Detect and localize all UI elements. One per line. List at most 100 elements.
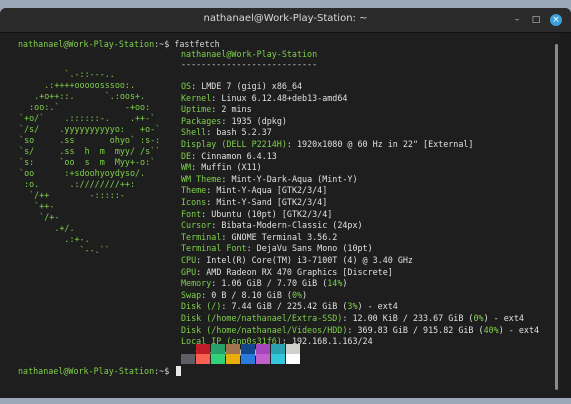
info-key: Theme: [181, 185, 207, 196]
info-value: Bibata-Modern-Classic (24px): [221, 220, 363, 231]
info-key: Terminal: [181, 231, 222, 242]
color-swatch: [181, 354, 195, 364]
info-percent: 0%: [473, 313, 484, 323]
info-separator: :: [286, 139, 297, 149]
ascii-logo-line: :oo:.` -+oo:: [14, 102, 151, 112]
info-row: Terminal: GNOME Terminal 3.56.2: [181, 232, 337, 242]
info-percent: 40%: [483, 324, 499, 335]
info-key: OS: [181, 81, 192, 91]
ascii-logo-line: `/++ -:::::-: [14, 190, 125, 200]
prompt-suffix: :~$: [154, 39, 175, 49]
info-tail: ) - ext4: [498, 324, 540, 335]
info-row: Terminal Font: DejaVu Sans Mono (10pt): [181, 243, 373, 253]
close-button[interactable]: ×: [550, 14, 562, 26]
info-separator: :: [206, 127, 217, 138]
ascii-logo-line: `so .ss ohyo` :s-:: [14, 135, 161, 145]
info-value: Mint-Y-Sand [GTK2/3/4]: [216, 197, 328, 207]
color-swatch: [211, 344, 225, 354]
info-tail: ): [302, 289, 308, 300]
info-value: Intel(R) Core(TM) i3-7100T (4) @ 3.40 GH…: [206, 255, 413, 265]
info-key: WM Theme: [181, 173, 222, 184]
terminal-window: nathanael@Work-Play-Station: ~ – □ × nat…: [0, 8, 571, 398]
color-swatch: [241, 354, 255, 364]
minimize-button[interactable]: –: [511, 14, 523, 26]
prompt-user: nathanael@Work-Play-Station: [18, 39, 155, 49]
info-key: Shell: [181, 127, 207, 138]
maximize-button[interactable]: □: [530, 14, 542, 26]
info-separator: :: [196, 266, 207, 277]
prompt-line: nathanael@Work-Play-Station:~$ fastfetch: [18, 39, 220, 49]
info-row: Theme: Mint-Y-Aqua [GTK2/3/4]: [181, 185, 327, 195]
info-percent: 14%: [327, 278, 343, 289]
info-key: Display (DELL P2214H): [181, 139, 287, 149]
color-swatch: [256, 344, 270, 354]
info-value: Cinnamon 6.4.13: [201, 150, 277, 161]
window-title: nathanael@Work-Play-Station: ~: [203, 13, 368, 24]
info-value: AMD Radeon RX 470 Graphics [Discrete]: [206, 266, 393, 277]
scrollbar-track[interactable]: [560, 33, 571, 398]
info-key: Terminal Font: [181, 243, 247, 254]
info-value: 2 mins: [221, 104, 252, 115]
ascii-logo-line: `/+-: [14, 212, 60, 222]
info-value: bash 5.2.37: [216, 127, 272, 138]
ascii-logo-line: :o. .:////////++:: [14, 179, 136, 189]
info-value: 1.06 GiB / 7.70 GiB (: [221, 278, 328, 289]
info-value: 7.44 GiB / 225.42 GiB (: [231, 301, 348, 312]
ascii-logo-line: .:++++ooooosssoo:.: [14, 80, 136, 90]
info-separator: :: [191, 162, 202, 173]
info-row: Cursor: Bibata-Modern-Classic (24px): [181, 220, 363, 230]
info-percent: 0%: [291, 289, 303, 300]
ascii-logo-line: `s: `oo s m Myy+-o:`: [14, 157, 156, 167]
info-row: Disk (/home/nathanael/Videos/HDD): 369.8…: [181, 325, 539, 335]
info-separator: :: [221, 173, 232, 184]
info-value: DejaVu Sans Mono (10pt): [256, 243, 373, 254]
info-row: Swap: 0 B / 8.10 GiB (0%): [181, 290, 307, 300]
info-key: Swap: [181, 289, 202, 300]
color-swatch: [286, 354, 300, 364]
color-swatch: [196, 354, 210, 364]
info-key: CPU: [181, 255, 197, 265]
info-value: 12.00 KiB / 233.67 GiB (: [352, 313, 474, 323]
info-row: DE: Cinnamon 6.4.13: [181, 151, 277, 161]
color-swatch: [196, 344, 210, 354]
info-tail: ) - ext4: [357, 301, 398, 312]
color-swatch: [241, 344, 255, 354]
info-separator: :: [201, 289, 212, 300]
info-key: Disk (/home/nathanael/Videos/HDD): [181, 324, 348, 335]
info-row: Packages: 1935 (dpkg): [181, 116, 287, 126]
info-value: 1920x1080 @ 60 Hz in 22" [External]: [296, 139, 474, 149]
ascii-logo-line: .+/.: [14, 223, 75, 233]
prompt-suffix: :~$: [154, 366, 175, 376]
info-separator: :: [206, 197, 217, 207]
info-percent: 3%: [347, 301, 358, 312]
ascii-logo-line: `--.``: [14, 245, 110, 255]
title-bar[interactable]: nathanael@Work-Play-Station: ~ – □ ×: [0, 8, 571, 33]
info-row: CPU: Intel(R) Core(TM) i3-7100T (4) @ 3.…: [181, 255, 413, 265]
info-value: 192.168.1.163/24: [291, 336, 373, 347]
fetch-separator: ---------------------------: [181, 59, 318, 69]
info-separator: :: [196, 255, 207, 265]
info-value: Mint-Y-Dark-Aqua (Mint-Y): [231, 173, 358, 184]
info-row: OS: LMDE 7 (gigi) x86_64: [181, 81, 302, 91]
info-row: WM Theme: Mint-Y-Dark-Aqua (Mint-Y): [181, 174, 358, 184]
info-value: Ubuntu (10pt) [GTK2/3/4]: [211, 208, 333, 219]
scrollbar-thumb[interactable]: [555, 44, 558, 390]
info-separator: :: [347, 324, 358, 335]
color-swatch: [286, 344, 300, 354]
info-separator: :: [342, 313, 353, 323]
terminal-output[interactable]: nathanael@Work-Play-Station:~$ fastfetch…: [0, 33, 560, 398]
command-text: fastfetch: [174, 39, 220, 49]
info-value: LMDE 7 (gigi) x86_64: [201, 81, 303, 91]
info-separator: :: [191, 81, 202, 91]
info-separator: :: [221, 231, 232, 242]
color-swatch: [226, 344, 240, 354]
ascii-logo-line: `++-: [14, 201, 55, 211]
color-swatch: [271, 354, 285, 364]
info-row: Font: Ubuntu (10pt) [GTK2/3/4]: [181, 209, 332, 219]
color-swatch: [181, 344, 195, 354]
ascii-logo-line: `oo :+sdoohyoydyso/.: [14, 168, 146, 178]
ascii-logo-line: .+o++::. `.:oos+.: [14, 91, 146, 101]
fetch-header: nathanael@Work-Play-Station: [181, 49, 318, 59]
color-swatch: [226, 354, 240, 364]
info-row: Disk (/): 7.44 GiB / 225.42 GiB (3%) - e…: [181, 301, 398, 311]
